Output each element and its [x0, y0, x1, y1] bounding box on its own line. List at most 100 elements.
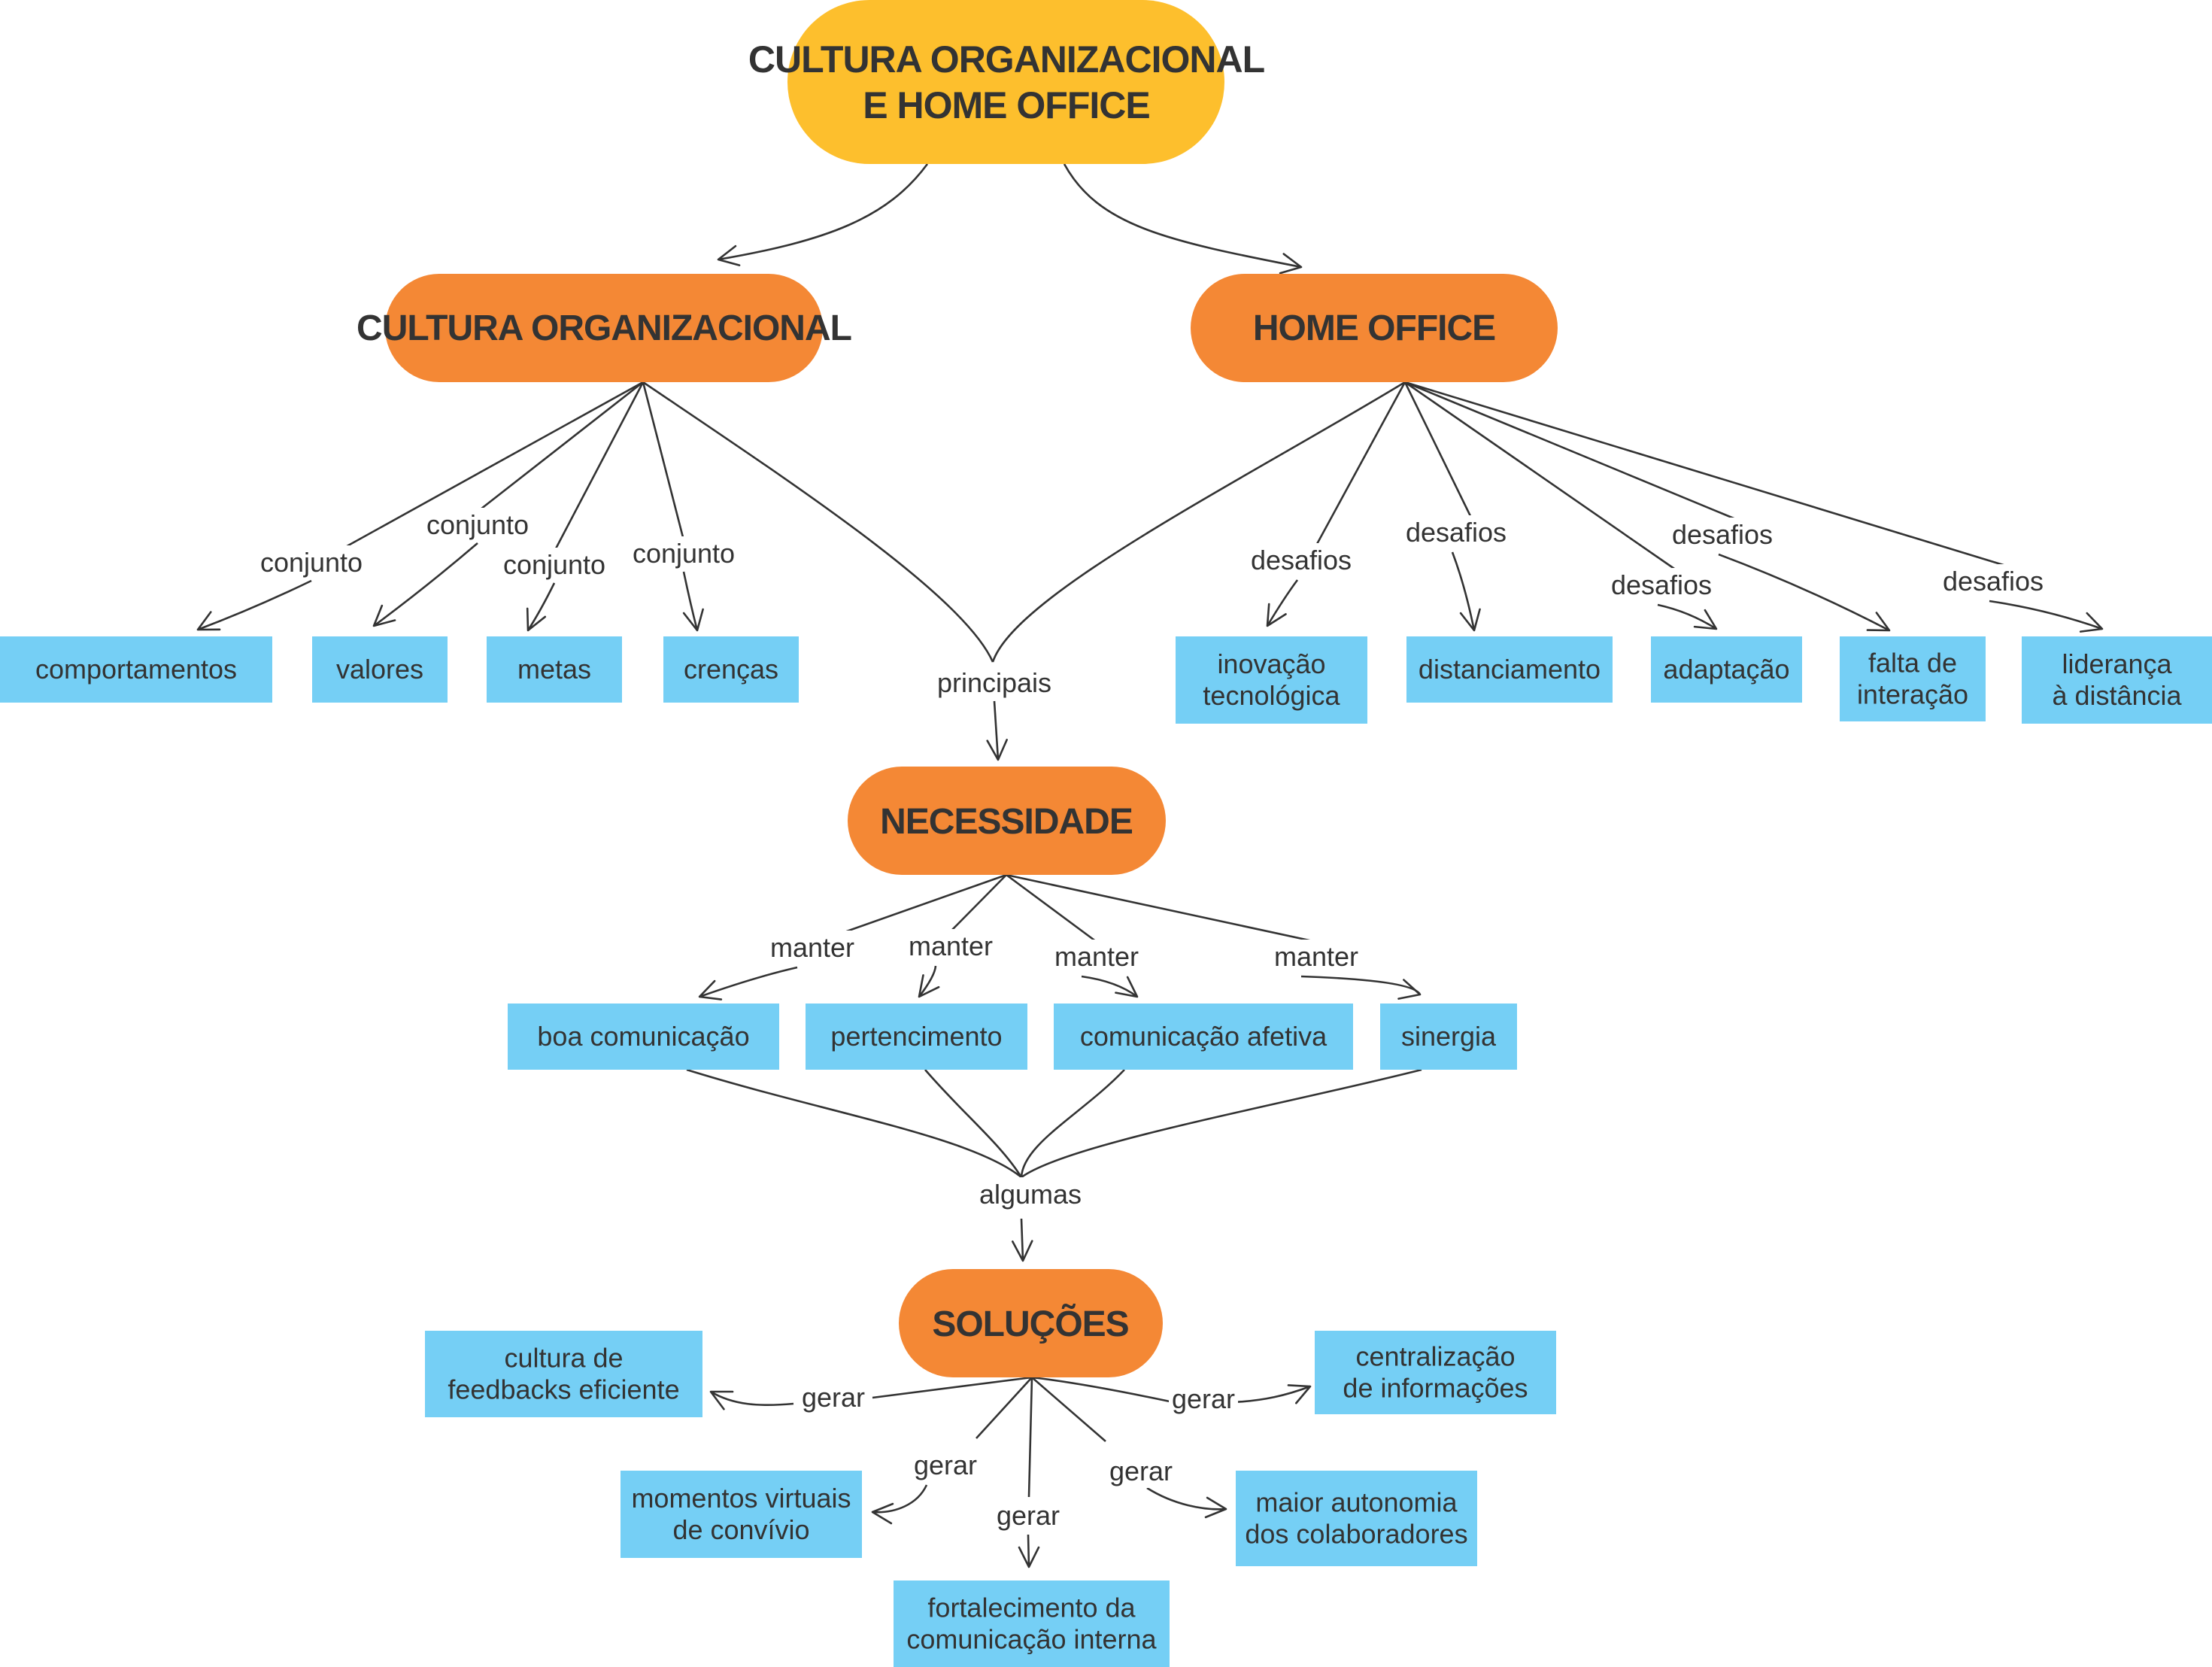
- connector-cultura-3: [642, 381, 699, 631]
- link-label-desafios: desafios: [1607, 568, 1716, 602]
- connector-to-algumas: [1021, 1068, 1422, 1179]
- leaf-cultura-1[interactable]: valores: [312, 636, 448, 703]
- root-node-shape: [787, 0, 1224, 164]
- connector-cultura-2: [526, 381, 645, 631]
- leaf-label: inovação: [1217, 648, 1325, 679]
- leaf-cultura-3[interactable]: crenças: [663, 636, 799, 703]
- leaf-label: tecnológica: [1203, 680, 1340, 711]
- leaf-label: comportamentos: [35, 654, 237, 685]
- link-label-text: manter: [1274, 941, 1358, 972]
- connector-cultura-1: [373, 381, 644, 627]
- link-label-gerar: gerar: [993, 1498, 1064, 1532]
- leaf-home-office-2[interactable]: adaptação: [1651, 636, 1802, 703]
- link-label-text: desafios: [1672, 519, 1773, 550]
- connector-principais-to-necessidade: [993, 700, 1000, 761]
- leaf-home-office-0[interactable]: inovaçãotecnológica: [1176, 636, 1367, 724]
- link-label-text: conjunto: [260, 547, 363, 578]
- connector-necessidade-2: [1006, 873, 1138, 998]
- link-label-manter: manter: [1051, 940, 1142, 973]
- leaf-label: de informações: [1343, 1373, 1528, 1404]
- link-label-desafios: desafios: [1668, 518, 1777, 551]
- connector-root-to-home-office: [1063, 163, 1302, 269]
- leaf-label: centralização: [1355, 1341, 1515, 1372]
- link-label-text: principais: [937, 667, 1051, 698]
- arrowhead-icon: [1204, 1496, 1227, 1519]
- link-label-text: manter: [770, 932, 854, 963]
- connector-solucoes-4: [1027, 1377, 1033, 1568]
- leaf-necessidade-1[interactable]: pertencimento: [806, 1004, 1027, 1070]
- connector-to-algumas: [1020, 1069, 1125, 1178]
- link-label-gerar: gerar: [1106, 1454, 1176, 1488]
- link-label-gerar: gerar: [1168, 1382, 1239, 1416]
- leaf-home-office-3[interactable]: falta deinteração: [1840, 636, 1986, 721]
- link-label-algumas: algumas: [976, 1177, 1085, 1211]
- leaf-solucoes-0[interactable]: cultura defeedbacks eficiente: [425, 1331, 702, 1417]
- topic-cultura-organizacional[interactable]: CULTURA ORGANIZACIONAL: [357, 274, 852, 382]
- leaf-solucoes-3[interactable]: maior autonomiados colaboradores: [1236, 1471, 1477, 1566]
- connector-to-algumas: [924, 1069, 1023, 1178]
- connector-solucoes-0: [710, 1376, 1033, 1407]
- leaf-cultura-2[interactable]: metas: [487, 636, 622, 703]
- link-label-conjunto: conjunto: [423, 508, 533, 542]
- leaf-label: metas: [517, 654, 591, 685]
- topic-home-office[interactable]: HOME OFFICE: [1191, 274, 1558, 382]
- leaf-solucoes-1[interactable]: centralizaçãode informações: [1315, 1331, 1556, 1414]
- link-label-text: gerar: [1172, 1383, 1235, 1414]
- root-title-line-2: E HOME OFFICE: [863, 84, 1149, 126]
- topic-label: NECESSIDADE: [880, 802, 1133, 842]
- leaf-solucoes-2[interactable]: momentos virtuaisde convívio: [621, 1471, 862, 1558]
- leaf-label: fortalecimento da: [927, 1593, 1136, 1623]
- link-label-text: manter: [909, 931, 993, 961]
- link-label-gerar: gerar: [910, 1448, 981, 1482]
- link-label-principais: principais: [933, 666, 1055, 700]
- link-label-text: gerar: [997, 1500, 1060, 1531]
- connector-home-office-0: [1266, 381, 1406, 627]
- connector-to-algumas: [686, 1068, 1022, 1179]
- leaf-necessidade-0[interactable]: boa comunicação: [508, 1004, 779, 1070]
- leaf-solucoes-4[interactable]: fortalecimento dacomunicação interna: [894, 1580, 1170, 1667]
- link-label-desafios: desafios: [1247, 543, 1355, 577]
- link-label-text: gerar: [1109, 1456, 1173, 1486]
- leaf-label: liderança: [2062, 648, 2172, 679]
- link-label-manter: manter: [905, 929, 997, 963]
- leaf-label: valores: [336, 654, 423, 685]
- topic-necessidade[interactable]: NECESSIDADE: [848, 767, 1166, 875]
- link-label-gerar: gerar: [798, 1380, 869, 1414]
- link-label-text: conjunto: [633, 538, 735, 569]
- link-label-text: gerar: [802, 1382, 865, 1413]
- root-node[interactable]: CULTURA ORGANIZACIONAL E HOME OFFICE: [748, 0, 1265, 164]
- link-label-text: conjunto: [503, 549, 605, 580]
- leaf-label: comunicação interna: [906, 1624, 1157, 1655]
- leaf-cultura-0[interactable]: comportamentos: [0, 636, 272, 703]
- connector-home-office-to-principais: [991, 381, 1406, 663]
- leaf-home-office-4[interactable]: liderançaà distância: [2022, 636, 2212, 724]
- leaf-label: de convívio: [672, 1514, 809, 1545]
- link-label-text: desafios: [1943, 566, 2044, 597]
- connector-necessidade-3: [1006, 873, 1422, 995]
- leaf-home-office-1[interactable]: distanciamento: [1406, 636, 1613, 703]
- topic-label: HOME OFFICE: [1253, 308, 1495, 348]
- concept-map: CULTURA ORGANIZACIONAL E HOME OFFICE CUL…: [0, 0, 2212, 1667]
- link-label-conjunto: conjunto: [256, 545, 366, 579]
- link-label-manter: manter: [766, 931, 858, 964]
- link-label-text: gerar: [914, 1450, 977, 1480]
- leaf-label: adaptação: [1663, 654, 1789, 685]
- leaf-label: sinergia: [1401, 1021, 1497, 1052]
- topic-solucoes[interactable]: SOLUÇÕES: [899, 1269, 1163, 1377]
- leaf-label: dos colaboradores: [1245, 1519, 1467, 1550]
- topic-label: CULTURA ORGANIZACIONAL: [357, 308, 851, 348]
- arrowhead-icon: [196, 611, 221, 631]
- link-label-text: desafios: [1251, 545, 1352, 575]
- leaf-label: feedbacks eficiente: [448, 1374, 679, 1405]
- link-label-text: desafios: [1611, 569, 1712, 600]
- link-label-text: desafios: [1406, 517, 1507, 548]
- leaf-label: cultura de: [504, 1343, 623, 1374]
- root-title-line-1: CULTURA ORGANIZACIONAL: [748, 38, 1264, 80]
- link-label-text: algumas: [979, 1179, 1082, 1210]
- leaf-label: distanciamento: [1419, 654, 1601, 685]
- leaf-necessidade-3[interactable]: sinergia: [1380, 1004, 1517, 1070]
- leaf-label: maior autonomia: [1255, 1487, 1458, 1518]
- leaf-label: crenças: [684, 654, 778, 685]
- leaf-necessidade-2[interactable]: comunicação afetiva: [1054, 1004, 1353, 1070]
- leaf-label: comunicação afetiva: [1080, 1021, 1328, 1052]
